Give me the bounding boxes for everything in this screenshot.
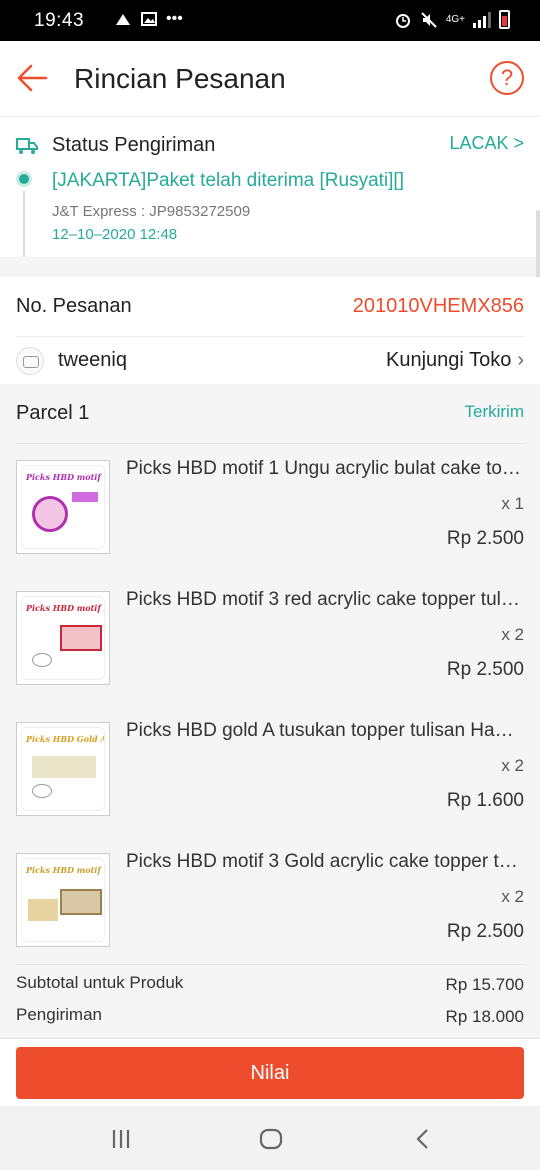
product-thumbnail[interactable]: Picks HBD Gold A xyxy=(16,722,110,816)
product-name[interactable]: Picks HBD motif 3 red acrylic cake toppe… xyxy=(126,589,524,611)
product-item[interactable]: Picks HBD motif 1 Picks HBD motif 1 Ungu… xyxy=(16,444,524,564)
product-name[interactable]: Picks HBD motif 1 Ungu acrylic bulat cak… xyxy=(126,458,524,480)
shop-avatar xyxy=(16,347,44,375)
shop-logo-image xyxy=(32,784,52,798)
system-navigation-bar xyxy=(0,1106,540,1170)
signal-icon xyxy=(473,11,491,28)
product-thumbnail[interactable]: Picks HBD motif 3 xyxy=(16,591,110,685)
product-quantity: x 2 xyxy=(501,625,524,644)
product-item[interactable]: Picks HBD Gold A Picks HBD gold A tusuka… xyxy=(16,706,524,826)
cake-topper-image xyxy=(32,496,68,532)
product-price: Rp 2.500 xyxy=(446,921,524,942)
product-item[interactable]: Picks HBD motif 3 Picks HBD motif 3 red … xyxy=(16,575,524,695)
cake-topper-image xyxy=(60,625,102,651)
shipping-status-label: Status Pengiriman xyxy=(52,134,216,156)
product-item[interactable]: Picks HBD motif 3 Picks HBD motif 3 Gold… xyxy=(16,837,524,957)
truck-icon xyxy=(16,138,38,154)
thumbnail-title: Picks HBD motif 3 xyxy=(26,865,105,875)
battery-icon xyxy=(499,10,510,29)
track-link[interactable]: LACAK > xyxy=(449,133,524,154)
courier-info: J&T Express : JP9853272509 xyxy=(52,203,251,220)
product-price: Rp 2.500 xyxy=(446,659,524,680)
app-header: Rincian Pesanan ? xyxy=(0,41,540,117)
back-arrow-icon[interactable] xyxy=(16,63,50,93)
status-bar: 19:43 ••• 4G+ xyxy=(0,0,540,41)
product-price: Rp 2.500 xyxy=(446,528,524,549)
shipping-message: [JAKARTA]Paket telah diterima [Rusyati][… xyxy=(52,170,404,191)
thumbnail-title: Picks HBD motif 1 xyxy=(26,472,105,482)
notification-icons: ••• xyxy=(114,10,183,28)
product-quantity: x 1 xyxy=(501,494,524,513)
alarm-icon xyxy=(395,13,410,28)
section-divider xyxy=(0,257,540,277)
parcel-header: Parcel 1 Terkirim xyxy=(16,384,524,444)
product-quantity: x 2 xyxy=(501,887,524,906)
shop-row[interactable]: tweeniq Kunjungi Toko › xyxy=(16,337,524,384)
system-icons: 4G+ xyxy=(394,10,510,29)
parcel-section: Parcel 1 Terkirim Picks HBD motif 1 Pick… xyxy=(0,384,540,1038)
shop-logo-image xyxy=(32,653,52,667)
subtotal-label: Subtotal untuk Produk xyxy=(16,973,184,992)
shipping-status-section[interactable]: Status Pengiriman LACAK > [JAKARTA]Paket… xyxy=(0,117,540,257)
cake-topper-image xyxy=(60,889,102,915)
subtotal-row: Subtotal untuk Produk Rp 15.700 xyxy=(16,965,524,997)
timeline-dot xyxy=(19,174,29,184)
product-name[interactable]: Picks HBD motif 3 Gold acrylic cake topp… xyxy=(126,851,524,873)
order-info-section: No. Pesanan 201010VHEMX856 tweeniq Kunju… xyxy=(0,277,540,384)
shipping-cost-label: Pengiriman xyxy=(16,1005,102,1024)
order-number-row: No. Pesanan 201010VHEMX856 xyxy=(16,277,524,337)
product-thumbnail[interactable]: Picks HBD motif 3 xyxy=(16,853,110,947)
page-title: Rincian Pesanan xyxy=(74,63,286,94)
network-type: 4G+ xyxy=(445,14,465,25)
home-icon[interactable] xyxy=(256,1126,286,1152)
cake-topper-image xyxy=(28,899,58,921)
image-icon xyxy=(141,12,157,26)
thumbnail-title: Picks HBD Gold A xyxy=(26,734,105,744)
rate-button[interactable]: Nilai xyxy=(16,1047,524,1099)
timeline-line xyxy=(23,191,25,257)
app-notification-icon xyxy=(116,14,130,25)
order-number-label: No. Pesanan xyxy=(16,295,132,317)
visit-shop-link[interactable]: Kunjungi Toko › xyxy=(386,349,524,372)
order-totals: Subtotal untuk Produk Rp 15.700 Pengirim… xyxy=(16,964,524,1029)
cake-topper-image xyxy=(72,492,98,502)
subtotal-value: Rp 15.700 xyxy=(445,975,524,994)
product-quantity: x 2 xyxy=(501,756,524,775)
parcel-name: Parcel 1 xyxy=(16,402,90,424)
cake-topper-image xyxy=(32,756,96,778)
shop-name: tweeniq xyxy=(58,349,127,371)
chevron-right-icon: › xyxy=(517,349,524,371)
recent-apps-icon[interactable] xyxy=(106,1126,136,1152)
product-thumbnail[interactable]: Picks HBD motif 1 xyxy=(16,460,110,554)
more-notifications-icon: ••• xyxy=(166,10,183,27)
help-icon[interactable]: ? xyxy=(490,61,524,95)
product-price: Rp 1.600 xyxy=(446,790,524,811)
visit-shop-label: Kunjungi Toko xyxy=(386,349,512,371)
mute-icon xyxy=(421,11,437,28)
shipping-cost-row: Pengiriman Rp 18.000 xyxy=(16,997,524,1029)
shipping-cost-value: Rp 18.000 xyxy=(445,1007,524,1026)
shipping-datetime: 12–10–2020 12:48 xyxy=(52,226,178,243)
back-icon[interactable] xyxy=(408,1126,438,1152)
bottom-action-bar: Nilai xyxy=(0,1038,540,1106)
order-number-value[interactable]: 201010VHEMX856 xyxy=(353,295,524,318)
status-time: 19:43 xyxy=(34,10,85,31)
thumbnail-title: Picks HBD motif 3 xyxy=(26,603,105,613)
product-name[interactable]: Picks HBD gold A tusukan topper tulisan … xyxy=(126,720,524,742)
parcel-status: Terkirim xyxy=(464,402,525,421)
